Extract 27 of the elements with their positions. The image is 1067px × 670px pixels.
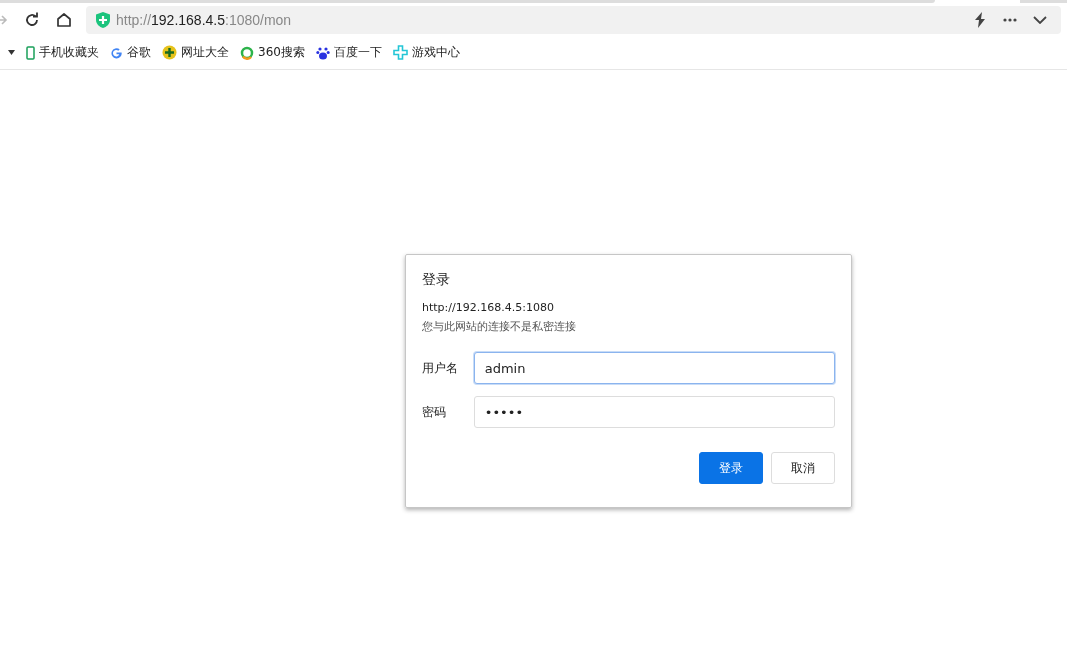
bookmark-item[interactable]: 手机收藏夹: [26, 44, 99, 61]
address-bar[interactable]: http://192.168.4.5:1080/mon: [86, 6, 1061, 34]
bookmark-item[interactable]: 谷歌: [110, 44, 151, 61]
input-field[interactable]: admin: [473, 352, 835, 384]
bookmark-item[interactable]: 360搜索: [240, 44, 305, 61]
field-label: 密码: [422, 403, 447, 421]
bookmark-item[interactable]: 游戏中心: [392, 44, 460, 61]
cross-icon: [392, 45, 408, 60]
cancel-button[interactable]: 取消: [771, 452, 835, 484]
phone-icon: [26, 45, 35, 60]
field-label: 用户名: [422, 359, 459, 377]
bookmark-item[interactable]: 网址大全: [162, 44, 229, 61]
warning-text: 您与此网站的连接不是私密连接: [422, 319, 577, 334]
url-text: http://192.168.4.5:1080/mon: [116, 12, 293, 28]
shield-icon: [96, 12, 110, 28]
login-button[interactable]: 登录: [699, 452, 763, 484]
bookmark-item[interactable]: 百度一下: [315, 44, 382, 61]
home-icon[interactable]: [56, 12, 72, 28]
input-field[interactable]: •••••: [473, 396, 835, 428]
reload-icon[interactable]: [24, 12, 40, 28]
ring-icon: [240, 45, 254, 60]
plus-circle-icon: [162, 45, 177, 60]
dialog-title: 登录: [422, 271, 451, 289]
dropdown-triangle-icon[interactable]: [8, 50, 15, 55]
g-logo-icon: [110, 46, 123, 59]
paw-icon: [315, 45, 330, 60]
site-url: http://192.168.4.5:1080: [422, 301, 555, 314]
